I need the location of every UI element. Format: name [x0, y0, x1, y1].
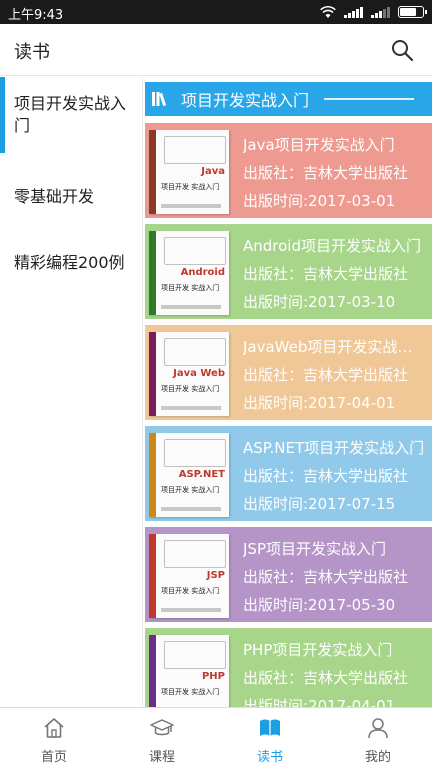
book-cover: Java 项目开发 实战入门: [149, 130, 229, 214]
nav-item-courses[interactable]: 课程: [108, 708, 216, 768]
sidebar-item-project-dev[interactable]: 项目开发实战入门: [0, 77, 142, 153]
book-card[interactable]: PHP 项目开发 实战入门 PHP项目开发实战入门 出版社：吉林大学出版社 出版…: [145, 628, 432, 707]
book-publisher: 出版社：吉林大学出版社: [243, 366, 409, 384]
book-info: JavaWeb项目开发实战入门 出版社：吉林大学出版社 出版时间:2017-04…: [243, 333, 427, 417]
cover-language-label: Java Web: [173, 368, 225, 379]
app-bar: 读书: [0, 24, 432, 76]
book-title: JSP项目开发实战入门: [243, 540, 386, 558]
cover-artwork: [164, 439, 226, 467]
wifi-icon: [320, 6, 336, 18]
book-info: ASP.NET项目开发实战入门 出版社：吉林大学出版社 出版时间:2017-07…: [243, 434, 427, 518]
section-header: 项目开发实战入门: [145, 82, 432, 116]
app-root: 上午9:43 读书 项目开发实战入门 零基础开发 精彩编程200例 项目开发实战…: [0, 0, 432, 768]
book-publish-date: 出版时间:2017-03-10: [243, 293, 396, 311]
book-title: Java项目开发实战入门: [243, 136, 395, 154]
user-icon: [368, 718, 388, 739]
book-info: JSP项目开发实战入门 出版社：吉林大学出版社 出版时间:2017-05-30: [243, 535, 427, 619]
cover-artwork: [164, 338, 226, 366]
book-publish-date: 出版时间:2017-07-15: [243, 495, 396, 513]
book-title: PHP项目开发实战入门: [243, 641, 393, 659]
status-icons: [320, 5, 427, 19]
cover-language-label: Android: [180, 267, 225, 278]
book-publisher: 出版社：吉林大学出版社: [243, 164, 409, 182]
header-divider: [324, 98, 414, 100]
cover-subtitle: 项目开发 实战入门: [161, 385, 220, 393]
cover-language-label: PHP: [201, 671, 225, 682]
cover-artwork: [164, 540, 226, 568]
book-content: 项目开发实战入门 Java 项目开发 实战入门 Java项目开发实战入门 出版社…: [143, 82, 432, 707]
graduation-cap-icon: [150, 719, 174, 736]
book-cover: Android 项目开发 实战入门: [149, 231, 229, 315]
sidebar-item-200-examples[interactable]: 精彩编程200例: [0, 249, 142, 273]
nav-item-home[interactable]: 首页: [0, 708, 108, 768]
book-card[interactable]: JSP 项目开发 实战入门 JSP项目开发实战入门 出版社：吉林大学出版社 出版…: [145, 527, 432, 622]
cover-barcode: [161, 608, 221, 612]
sidebar-item-zero-basics[interactable]: 零基础开发: [0, 183, 142, 207]
cover-artwork: [164, 237, 226, 265]
book-cover: PHP 项目开发 实战入门: [149, 635, 229, 707]
book-card[interactable]: Java 项目开发 实战入门 Java项目开发实战入门 出版社：吉林大学出版社 …: [145, 123, 432, 218]
nav-label: 首页: [40, 750, 67, 765]
category-sidebar: 项目开发实战入门 零基础开发 精彩编程200例: [0, 77, 143, 707]
cover-barcode: [161, 204, 221, 208]
book-card[interactable]: ASP.NET 项目开发 实战入门 ASP.NET项目开发实战入门 出版社：吉林…: [145, 426, 432, 521]
cover-barcode: [161, 507, 221, 511]
nav-label: 读书: [256, 750, 283, 765]
book-publish-date: 出版时间:2017-05-30: [243, 596, 396, 614]
sidebar-item-label: 零基础开发: [14, 187, 95, 206]
cover-language-label: ASP.NET: [178, 469, 225, 480]
book-info: Java项目开发实战入门 出版社：吉林大学出版社 出版时间:2017-03-01: [243, 131, 427, 215]
book-publisher: 出版社：吉林大学出版社: [243, 265, 409, 283]
sidebar-item-label: 精彩编程200例: [14, 253, 125, 272]
book-cover: Java Web 项目开发 实战入门: [149, 332, 229, 416]
cover-language-label: Java: [201, 166, 225, 177]
cover-barcode: [161, 305, 221, 309]
cover-artwork: [164, 641, 226, 669]
cover-subtitle: 项目开发 实战入门: [161, 183, 220, 191]
book-cover: ASP.NET 项目开发 实战入门: [149, 433, 229, 517]
status-bar: 上午9:43: [0, 0, 432, 24]
bottom-navigation: 首页 课程 读书 我的: [0, 707, 432, 768]
book-icon: [260, 719, 280, 736]
nav-item-reading[interactable]: 读书: [216, 708, 324, 768]
book-publisher: 出版社：吉林大学出版社: [243, 568, 409, 586]
books-icon: [152, 92, 167, 107]
home-icon: [44, 718, 64, 738]
signal-icon: [344, 6, 363, 18]
sidebar-item-label: 项目开发实战入门: [14, 94, 127, 135]
book-card[interactable]: Java Web 项目开发 实战入门 JavaWeb项目开发实战入门 出版社：吉…: [145, 325, 432, 420]
book-publisher: 出版社：吉林大学出版社: [243, 467, 409, 485]
cover-barcode: [161, 406, 221, 410]
cover-subtitle: 项目开发 实战入门: [161, 688, 220, 696]
book-publish-date: 出版时间:2017-04-01: [243, 697, 396, 707]
book-cover: JSP 项目开发 实战入门: [149, 534, 229, 618]
book-publish-date: 出版时间:2017-03-01: [243, 192, 396, 210]
book-info: PHP项目开发实战入门 出版社：吉林大学出版社 出版时间:2017-04-01: [243, 636, 427, 707]
nav-item-profile[interactable]: 我的: [324, 708, 432, 768]
page-title: 读书: [14, 42, 50, 63]
book-publish-date: 出版时间:2017-04-01: [243, 394, 396, 412]
battery-icon: [398, 6, 427, 18]
book-publisher: 出版社：吉林大学出版社: [243, 669, 409, 687]
cover-subtitle: 项目开发 实战入门: [161, 486, 220, 494]
signal-icon: [371, 6, 390, 18]
search-icon[interactable]: [390, 38, 414, 62]
status-time: 上午9:43: [8, 8, 64, 23]
book-info: Android项目开发实战入门 出版社：吉林大学出版社 出版时间:2017-03…: [243, 232, 427, 316]
book-title: JavaWeb项目开发实战入门: [243, 338, 427, 356]
book-title: Android项目开发实战入门: [243, 237, 421, 255]
book-card[interactable]: Android 项目开发 实战入门 Android项目开发实战入门 出版社：吉林…: [145, 224, 432, 319]
nav-label: 课程: [148, 750, 175, 765]
cover-subtitle: 项目开发 实战入门: [161, 284, 220, 292]
cover-language-label: JSP: [206, 570, 225, 581]
cover-subtitle: 项目开发 实战入门: [161, 587, 220, 595]
section-title: 项目开发实战入门: [181, 91, 310, 110]
nav-label: 我的: [364, 750, 391, 765]
book-title: ASP.NET项目开发实战入门: [243, 439, 425, 457]
cover-artwork: [164, 136, 226, 164]
